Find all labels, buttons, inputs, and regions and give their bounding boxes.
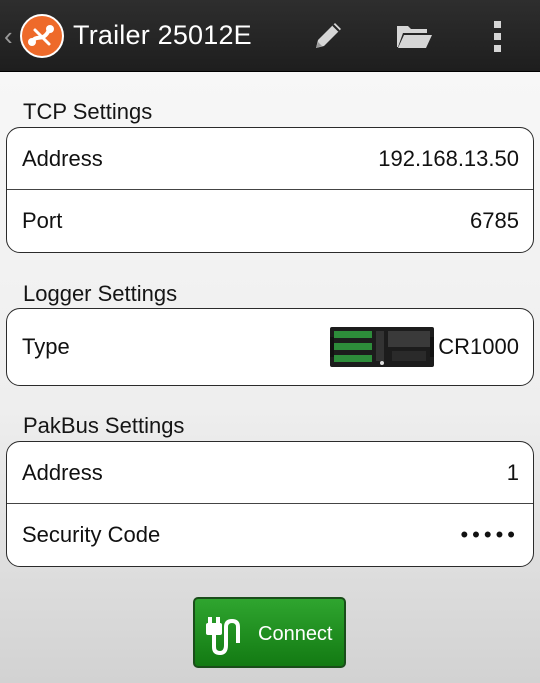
back-chevron-icon[interactable]: ‹ [4,23,13,49]
tcp-port-row[interactable]: Port 6785 [7,190,533,252]
tcp-port-label: Port [22,208,63,233]
tcp-address-value: 192.168.13.50 [378,145,519,171]
edit-icon[interactable] [308,16,348,56]
tcp-address-row[interactable]: Address 192.168.13.50 [7,128,533,190]
connect-label: Connect [258,623,333,645]
tcp-settings-card: Address 192.168.13.50 Port 6785 [6,127,534,253]
app-logo-icon[interactable] [20,14,64,58]
overflow-menu-icon[interactable] [478,16,518,56]
page-title: Trailer 25012E [73,20,252,50]
logger-settings-heading: Logger Settings [23,281,178,306]
tcp-address-label: Address [22,145,103,171]
plug-icon [206,617,240,655]
tcp-settings-heading: TCP Settings [23,99,153,124]
logger-settings-card: Type CR1000 [6,308,534,386]
folder-open-icon[interactable] [394,16,434,56]
pakbus-settings-heading: PakBus Settings [23,413,185,438]
security-code-label: Security Code [22,522,161,547]
tcp-port-value: 6785 [470,208,519,233]
pakbus-address-label: Address [22,459,103,485]
action-bar: ‹ Trailer 25012E [0,0,540,72]
logger-type-value: CR1000 [438,334,519,359]
logger-type-label: Type [22,334,70,359]
datalogger-device-image [330,327,434,367]
pakbus-address-row[interactable]: Address 1 [7,442,533,504]
pakbus-settings-card: Address 1 Security Code ••••• [6,441,534,567]
security-code-value: ••••• [460,522,519,547]
logger-type-row[interactable]: Type CR1000 [7,309,533,385]
connect-button[interactable]: Connect [193,597,346,668]
pakbus-address-value: 1 [506,459,519,485]
security-code-row[interactable]: Security Code ••••• [7,504,533,566]
